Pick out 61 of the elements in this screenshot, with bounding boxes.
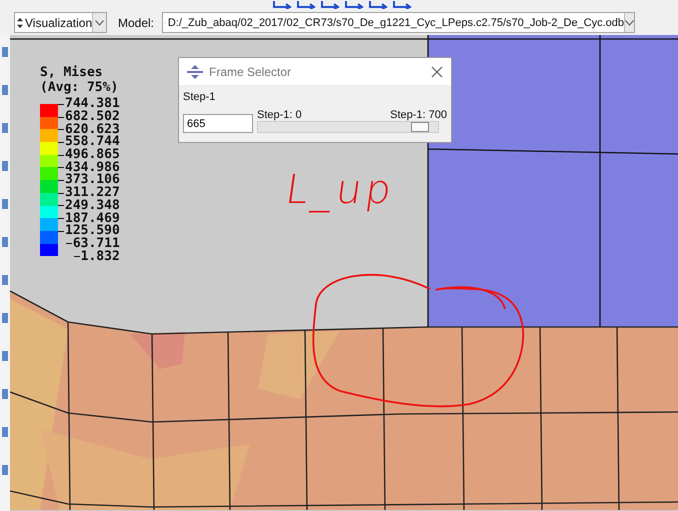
- tool-icon[interactable]: [2, 313, 8, 323]
- tool-icon[interactable]: [2, 427, 8, 437]
- close-icon[interactable]: [431, 66, 443, 78]
- tool-icon[interactable]: [2, 85, 8, 95]
- dialog-icon: [187, 64, 203, 78]
- legend-value: 125.590: [65, 225, 120, 238]
- legend-value: 434.986: [65, 162, 120, 174]
- slider-track[interactable]: [257, 121, 439, 133]
- legend-value: 620.623: [65, 124, 120, 136]
- tool-icon[interactable]: [2, 199, 8, 209]
- arrow-icon[interactable]: [272, 0, 292, 9]
- tick-mark: [74, 256, 80, 258]
- tick-mark: [58, 104, 64, 105]
- arrow-icon[interactable]: [320, 0, 340, 9]
- legend-value: 496.865: [65, 149, 120, 162]
- model-dropdown[interactable]: D:/_Zub_abaq/02_2017/02_CR73/s70_De_g1221_Cyc_LPeps.c2.75/s70_Job-2_De_Cyc.odb: [162, 12, 636, 33]
- legend-title: S, Mises: [40, 65, 104, 80]
- frame-input-field[interactable]: 665: [183, 114, 253, 133]
- slider-min-label: Step-1: 0: [257, 109, 302, 121]
- tick-mark: [58, 205, 64, 206]
- legend-value: 373.106: [65, 174, 120, 186]
- tool-icon[interactable]: [2, 275, 8, 285]
- module-dropdown[interactable]: Visualization: [14, 12, 107, 33]
- combo-value: Visualization: [25, 16, 92, 30]
- model-label: Model:: [118, 16, 154, 30]
- tick-mark: [58, 192, 64, 194]
- tick-mark: [58, 142, 64, 143]
- tool-icon[interactable]: [2, 123, 8, 133]
- tick-mark: [58, 180, 64, 181]
- tick-mark: [58, 116, 64, 118]
- tick-mark: [58, 129, 64, 130]
- tool-icon[interactable]: [2, 389, 8, 399]
- arrow-icon[interactable]: [368, 0, 388, 9]
- tool-icon[interactable]: [2, 47, 8, 57]
- step-label: Step-1: [183, 91, 216, 103]
- legend-value: 249.348: [65, 200, 120, 212]
- legend-value: 558.744: [65, 136, 120, 148]
- arrow-icon[interactable]: [296, 0, 316, 9]
- arrow-icon[interactable]: [392, 0, 412, 9]
- tool-icon[interactable]: [2, 351, 8, 361]
- tool-icon[interactable]: [2, 465, 8, 475]
- slider-max-label: Step-1: 700: [390, 109, 447, 121]
- tick-mark: [58, 154, 64, 156]
- tick-mark: [58, 218, 64, 220]
- dialog-title: Frame Selector: [209, 64, 292, 78]
- slider-thumb[interactable]: [411, 122, 429, 132]
- tool-icon[interactable]: [2, 161, 8, 171]
- legend-value: 682.502: [65, 111, 120, 124]
- legend-value: 1.832: [80, 250, 120, 263]
- legend-value: 187.469: [65, 212, 120, 225]
- tick-mark: [66, 243, 72, 244]
- tool-icon[interactable]: [2, 237, 8, 247]
- tick-mark: [58, 230, 64, 232]
- combo-value: D:/_Zub_abaq/02_2017/02_CR73/s70_De_g1221_Cyc_LPeps.c2.75/s70_Job-2_De_Cyc.odb: [168, 16, 624, 28]
- arrow-icon[interactable]: [344, 0, 364, 9]
- legend-value: 63.711: [72, 238, 120, 250]
- tick-mark: [58, 167, 64, 168]
- legend-subtitle: (Avg: 75%): [40, 80, 120, 95]
- legend-value: 311.227: [65, 187, 120, 200]
- legend-value: 744.381: [65, 98, 120, 110]
- handwritten-note: L_up: [282, 167, 398, 213]
